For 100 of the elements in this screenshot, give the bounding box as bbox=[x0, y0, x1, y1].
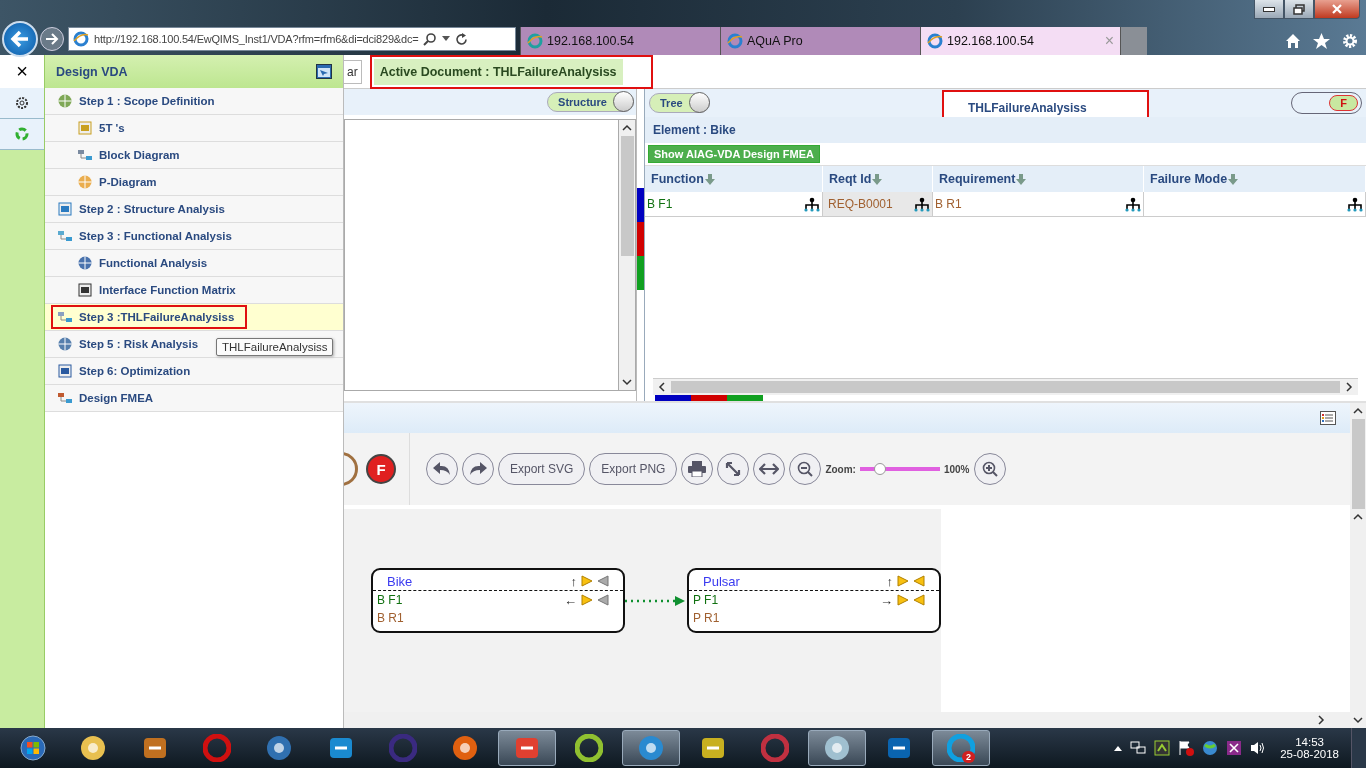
nav-item[interactable]: Design FMEA bbox=[45, 385, 343, 412]
hierarchy-icon[interactable] bbox=[1347, 196, 1363, 212]
zoom-out-button[interactable] bbox=[789, 453, 822, 485]
dropdown-caret-icon[interactable] bbox=[442, 36, 451, 42]
nav-item[interactable]: Step 3 :THLFailureAnalysiss bbox=[45, 304, 343, 331]
arrow-glyph[interactable]: ↑ bbox=[570, 573, 577, 589]
vertical-scrollbar[interactable] bbox=[1350, 403, 1366, 728]
right-triangle-icon[interactable] bbox=[897, 575, 909, 587]
zoom-reading: 100% bbox=[943, 463, 970, 475]
nav-item[interactable]: Step 2 : Structure Analysis bbox=[45, 196, 343, 223]
settings-icon[interactable] bbox=[1342, 33, 1358, 49]
diagram-node[interactable]: Bike ↑ B F1 ← B R1 bbox=[371, 568, 625, 633]
browser-tab[interactable]: 192.168.100.54 bbox=[520, 27, 720, 55]
hierarchy-icon[interactable] bbox=[914, 196, 930, 212]
right-triangle-icon[interactable] bbox=[897, 594, 909, 606]
column-header[interactable]: Requirement bbox=[933, 166, 1144, 192]
legend-icon[interactable] bbox=[1320, 411, 1336, 425]
column-header[interactable]: Failure Mode bbox=[1144, 166, 1366, 192]
left-triangle-icon[interactable] bbox=[597, 575, 609, 587]
scroll-left-icon[interactable] bbox=[658, 382, 666, 392]
hierarchy-icon[interactable] bbox=[1125, 196, 1141, 212]
tree-toggle[interactable]: Tree bbox=[649, 93, 710, 113]
browser-logo-icon bbox=[527, 33, 543, 49]
slider-thumb[interactable] bbox=[873, 463, 886, 475]
left-triangle-icon[interactable] bbox=[597, 594, 609, 606]
right-triangle-icon[interactable] bbox=[581, 575, 593, 587]
right-triangle-icon[interactable] bbox=[581, 594, 593, 606]
fit-button[interactable] bbox=[717, 453, 750, 485]
export-png-button[interactable]: Export PNG bbox=[589, 453, 678, 485]
scroll-down-icon[interactable] bbox=[1353, 716, 1363, 724]
nav-item[interactable]: Step 3 : Functional Analysis bbox=[45, 223, 343, 250]
star-icon[interactable] bbox=[1313, 33, 1330, 49]
speaker-icon[interactable] bbox=[1250, 740, 1267, 756]
left-triangle-icon[interactable] bbox=[913, 594, 925, 606]
failure-button[interactable]: F bbox=[366, 454, 396, 484]
back-button[interactable] bbox=[2, 21, 38, 57]
structure-toggle[interactable]: Structure bbox=[547, 92, 634, 112]
nav-item[interactable]: Interface Function Matrix bbox=[45, 277, 343, 304]
address-bar[interactable]: http://192.168.100.54/EwQIMS_Inst1/VDA?rfm=rfm6&di=dci829&dc= bbox=[68, 27, 516, 51]
taskbar-app[interactable]: 2 bbox=[932, 730, 990, 766]
taskbar-app[interactable] bbox=[622, 730, 680, 766]
flag-error-icon[interactable] bbox=[1178, 740, 1195, 756]
show-hidden-icons-button[interactable] bbox=[1114, 745, 1123, 751]
tray-app-icon[interactable] bbox=[1154, 740, 1171, 756]
browser-logo-icon bbox=[927, 33, 943, 49]
scroll-right-icon[interactable] bbox=[1317, 715, 1325, 725]
nav-item[interactable]: P-Diagram bbox=[45, 169, 343, 196]
zoom-in-button[interactable] bbox=[973, 453, 1006, 485]
sort-arrow-icon[interactable] bbox=[704, 173, 715, 185]
node-entry: P F1 bbox=[693, 593, 720, 607]
column-header[interactable]: Reqt Id bbox=[823, 166, 933, 192]
close-button[interactable]: × bbox=[0, 55, 44, 88]
search-icon[interactable] bbox=[423, 32, 438, 46]
scroll-up-icon[interactable] bbox=[1353, 407, 1363, 415]
browser-tab[interactable]: 192.168.100.54 × bbox=[920, 27, 1120, 55]
scroll-thumb[interactable] bbox=[671, 381, 1340, 393]
tab-label[interactable]: ar bbox=[344, 59, 362, 84]
sort-arrow-icon[interactable] bbox=[1016, 173, 1027, 185]
nav-item[interactable]: Functional Analysis bbox=[45, 250, 343, 277]
sort-arrow-icon[interactable] bbox=[1228, 173, 1239, 185]
scroll-thumb[interactable] bbox=[620, 136, 634, 256]
forward-button[interactable] bbox=[40, 27, 64, 51]
minimize-button[interactable] bbox=[1254, 0, 1284, 19]
column-header[interactable]: Function bbox=[645, 166, 823, 192]
horizontal-scrollbar[interactable] bbox=[653, 378, 1358, 395]
home-icon[interactable] bbox=[1285, 33, 1301, 49]
undo-button[interactable] bbox=[426, 453, 458, 485]
settings-button[interactable] bbox=[0, 88, 44, 119]
redo-button[interactable] bbox=[462, 453, 494, 485]
close-button[interactable] bbox=[1314, 0, 1360, 19]
scroll-up-icon[interactable] bbox=[622, 124, 632, 132]
nav-item[interactable]: Block Diagram bbox=[45, 142, 343, 169]
arrow-glyph[interactable]: → bbox=[880, 592, 893, 608]
taskbar-app[interactable] bbox=[808, 730, 866, 766]
restore-button[interactable] bbox=[1284, 0, 1314, 19]
arrow-glyph[interactable]: ↑ bbox=[886, 573, 893, 589]
left-triangle-icon[interactable] bbox=[913, 575, 925, 587]
sort-arrow-icon[interactable] bbox=[872, 173, 883, 185]
vertical-scrollbar[interactable] bbox=[618, 119, 636, 391]
browser-tab[interactable]: AQuA Pro bbox=[720, 27, 920, 55]
fit-width-button[interactable] bbox=[753, 453, 786, 485]
refresh-icon[interactable] bbox=[455, 32, 469, 46]
export-svg-button[interactable]: Export SVG bbox=[498, 453, 586, 485]
nav-item[interactable]: 5T 's bbox=[45, 115, 343, 142]
panel-title: Design VDA bbox=[56, 64, 128, 79]
scroll-right-icon[interactable] bbox=[1345, 382, 1353, 392]
tray-app-icon[interactable] bbox=[1226, 740, 1243, 756]
print-button[interactable] bbox=[681, 453, 714, 485]
minimize-icon bbox=[1263, 6, 1275, 12]
arrow-glyph[interactable]: ← bbox=[564, 592, 577, 608]
hierarchy-icon[interactable] bbox=[804, 196, 820, 212]
scroll-thumb[interactable] bbox=[1351, 419, 1365, 509]
window-icon[interactable] bbox=[316, 64, 332, 79]
globe-icon[interactable] bbox=[1202, 740, 1219, 756]
nav-item[interactable]: Step 1 : Scope Definition bbox=[45, 88, 343, 115]
scroll-down-icon[interactable] bbox=[622, 378, 632, 386]
nav-item[interactable]: Step 6: Optimization bbox=[45, 358, 343, 385]
network-icon[interactable] bbox=[1130, 741, 1147, 755]
diagram-node[interactable]: Pulsar ↑ P F1 → P R1 bbox=[687, 568, 941, 633]
scroll-up-icon[interactable] bbox=[1353, 513, 1363, 521]
